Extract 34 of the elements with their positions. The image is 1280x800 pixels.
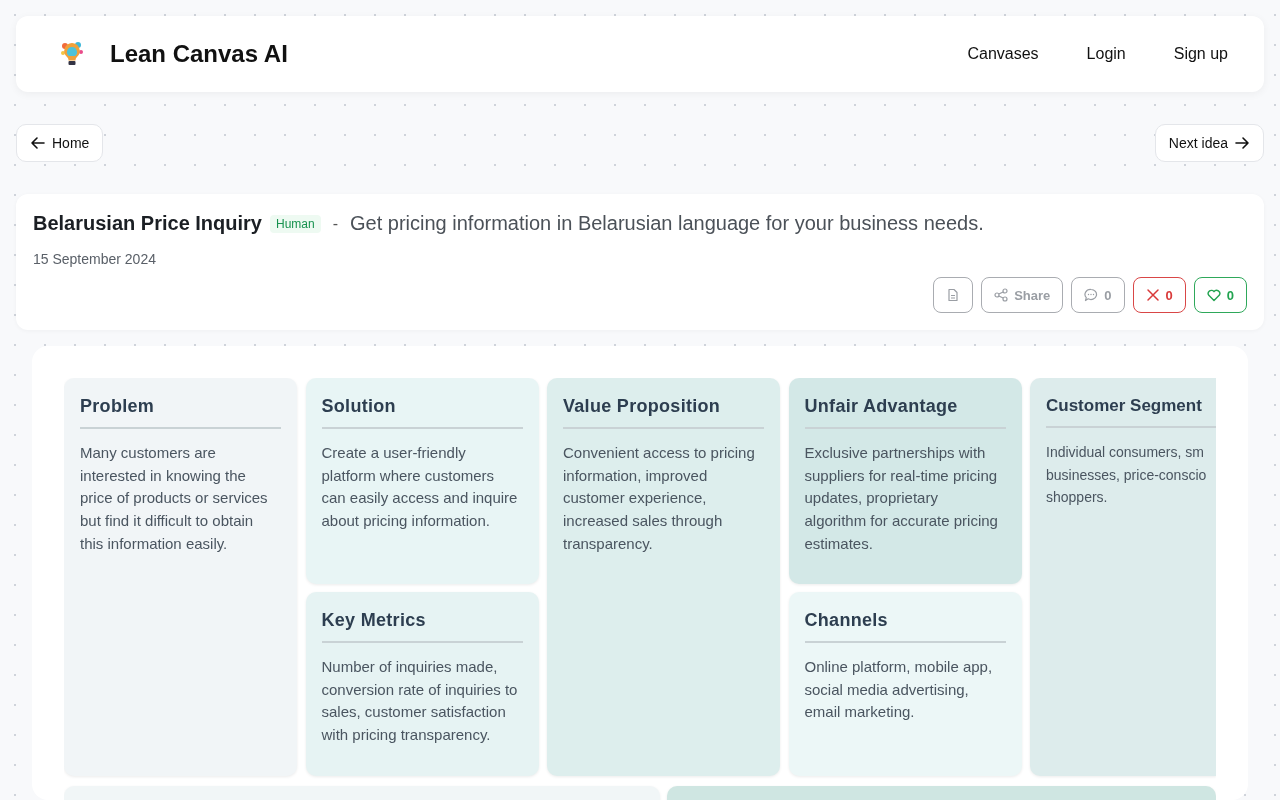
idea-date: 15 September 2024 <box>33 251 157 267</box>
block-text: Create a user-friendly platform where customers can easily access and inquire about pricing information. <box>321 443 519 532</box>
block-text: Exclusive partnerships with suppliers for real-time pricing updates, proprietary algorithm for accurate pricing estimates. <box>804 443 999 554</box>
idea-tagline: Get pricing information in Belarusian language for your business needs. <box>350 212 984 235</box>
arrow-left-icon <box>30 135 46 151</box>
block-text: Number of inquiries made, conversion rate of inquiries to sales, customer satisfaction with pricing transparency. <box>321 657 519 746</box>
document-button[interactable] <box>933 277 974 313</box>
document-icon <box>946 288 961 302</box>
block-title: Channels <box>804 608 1006 643</box>
home-button[interactable]: Home <box>16 124 104 162</box>
author-badge: Human <box>270 214 321 233</box>
block-text: Individual consumers, sm businesses, price-conscio shoppers. <box>1046 443 1208 508</box>
separator-dash: - <box>332 214 338 233</box>
nav-link[interactable]: Login <box>1086 45 1126 63</box>
block-title: Value Proposition <box>563 394 764 429</box>
arrow-right-icon <box>1234 135 1250 151</box>
block-title: Solution <box>321 394 523 429</box>
block-text: Online platform, mobile app, social media advertising, email marketing. <box>804 657 994 723</box>
nav-link[interactable]: Canvases <box>967 45 1039 63</box>
next-idea-button[interactable]: Next idea <box>1154 124 1264 162</box>
block-title: Unfair Advantage <box>804 394 1006 429</box>
share-icon <box>994 288 1009 302</box>
idea-title: Belarusian Price Inquiry <box>33 212 262 235</box>
block-title: Customer Segment <box>1046 394 1216 428</box>
block-text: Convenient access to pricing information, improved customer experience, increased sales through transparency. <box>563 443 756 554</box>
cross-icon <box>1145 288 1160 302</box>
nav-link[interactable]: Sign up <box>1173 45 1228 63</box>
heart-icon <box>1206 288 1221 302</box>
block-title: Problem <box>80 394 281 429</box>
speech-bubble-icon <box>1084 288 1099 302</box>
block-title: Key Metrics <box>321 608 523 643</box>
block-text: Many customers are interested in knowing the price of products or services but find it difficult to obtain this information easily. <box>80 443 269 554</box>
dislike-button[interactable]: 0 <box>1132 277 1186 313</box>
brand-name: Lean Canvas AI <box>110 40 288 68</box>
